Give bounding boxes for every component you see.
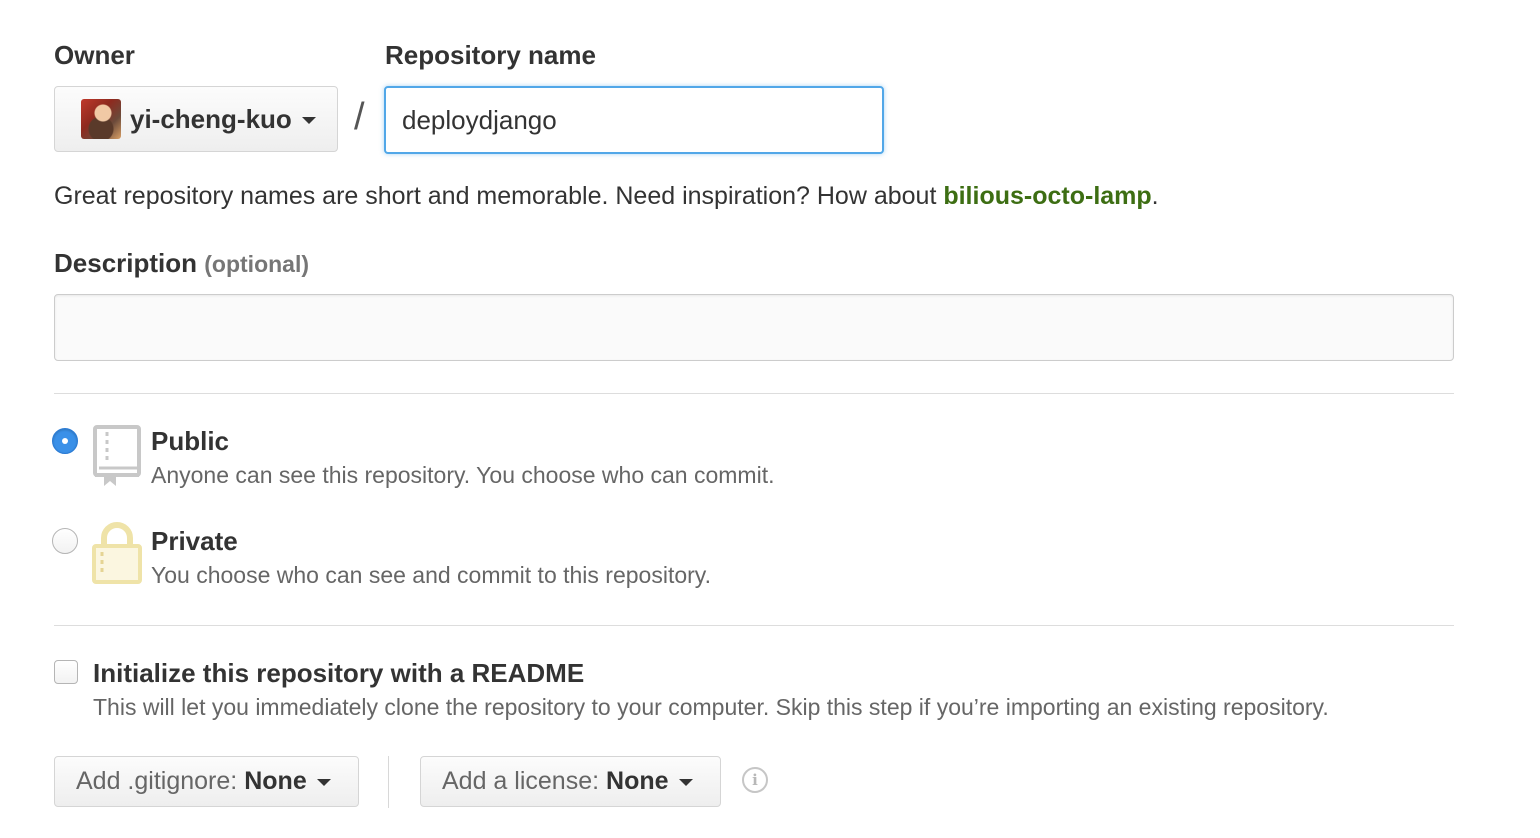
- lock-icon: [92, 522, 142, 584]
- license-label: Add a license:: [442, 767, 600, 795]
- description-label-text: Description: [54, 248, 198, 278]
- divider: [54, 393, 1454, 394]
- divider: [54, 625, 1454, 626]
- license-dropdown[interactable]: Add a license: None: [420, 756, 721, 807]
- caret-down-icon: [301, 116, 316, 124]
- description-input[interactable]: [54, 294, 1454, 361]
- public-title: Public: [151, 426, 230, 456]
- repository-name-label: Repository name: [385, 40, 596, 70]
- readme-checkbox[interactable]: [54, 660, 78, 684]
- private-description: You choose who can see and commit to thi…: [151, 562, 711, 588]
- readme-description: This will let you immediately clone the …: [93, 694, 1329, 720]
- gitignore-value: None: [244, 767, 307, 795]
- license-value: None: [606, 767, 669, 795]
- public-radio[interactable]: [52, 428, 78, 454]
- owner-repo-separator: /: [354, 96, 365, 138]
- repository-name-input[interactable]: [384, 86, 884, 154]
- owner-name: yi-cheng-kuo: [130, 103, 292, 134]
- owner-dropdown[interactable]: yi-cheng-kuo: [54, 86, 338, 152]
- caret-down-icon: [678, 779, 693, 786]
- owner-label: Owner: [54, 40, 135, 70]
- gitignore-dropdown[interactable]: Add .gitignore: None: [54, 756, 359, 807]
- repo-book-icon: [93, 425, 141, 486]
- public-description: Anyone can see this repository. You choo…: [151, 462, 775, 488]
- description-label: Description (optional): [54, 248, 309, 279]
- new-repository-form: Owner yi-cheng-kuo / Repository name Gre…: [0, 0, 1540, 838]
- hint-text: Great repository names are short and mem…: [54, 182, 944, 210]
- hint-suffix: .: [1151, 182, 1159, 210]
- caret-down-icon: [316, 779, 331, 786]
- private-title: Private: [151, 526, 238, 556]
- gitignore-label: Add .gitignore:: [76, 767, 238, 795]
- avatar: [81, 99, 121, 139]
- optional-tag: (optional): [204, 251, 310, 277]
- private-radio[interactable]: [52, 528, 78, 554]
- readme-title: Initialize this repository with a README: [93, 658, 585, 688]
- repository-name-hint: Great repository names are short and mem…: [54, 182, 1159, 211]
- info-icon[interactable]: i: [742, 767, 768, 793]
- vertical-divider: [388, 756, 389, 808]
- suggested-name-link[interactable]: bilious-octo-lamp: [943, 182, 1151, 210]
